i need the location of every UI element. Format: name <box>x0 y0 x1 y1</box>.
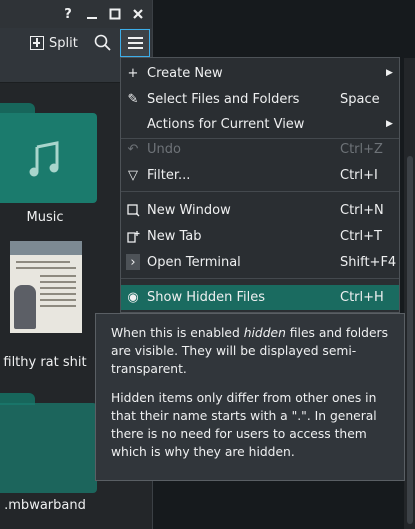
thumb-line <box>16 267 76 269</box>
thumb-line <box>16 261 70 263</box>
split-button[interactable]: Split <box>30 33 78 53</box>
help-icon[interactable]: ? <box>59 5 77 23</box>
menu-item-filter[interactable]: ▽ Filter... Ctrl+I <box>121 163 399 187</box>
close-icon[interactable] <box>129 5 147 23</box>
tooltip-emphasis: hidden <box>243 326 286 340</box>
menu-separator <box>121 278 399 279</box>
hamburger-menu-button[interactable] <box>120 29 150 57</box>
split-icon <box>30 36 44 50</box>
folder-music[interactable] <box>0 103 97 203</box>
thumb-line <box>40 299 76 301</box>
plus-icon: + <box>127 65 139 81</box>
item-label-mbwarband: .mbwarband <box>4 498 86 513</box>
thumb-line <box>40 281 76 283</box>
undo-icon: ↶ <box>127 141 139 157</box>
menu-item-label: New Window <box>147 202 231 218</box>
menu-item-shortcut: Ctrl+I <box>340 167 378 183</box>
menu-item-create-new[interactable]: + Create New ▶ <box>121 61 399 85</box>
menu-item-shortcut: Ctrl+H <box>340 290 384 305</box>
new-window-icon <box>126 202 140 218</box>
menu-item-shortcut: Space <box>340 91 380 107</box>
new-tab-icon <box>126 228 140 244</box>
search-icon[interactable] <box>93 33 113 53</box>
tooltip-paragraph-2: Hidden items only differ from other ones… <box>111 391 377 459</box>
tooltip: When this is enabled hidden files and fo… <box>95 313 405 481</box>
hamburger-line <box>127 47 143 49</box>
menu-item-shortcut: Ctrl+Z <box>340 141 383 157</box>
item-label-image: filthy rat shit <box>3 355 87 370</box>
menu-item-label: Open Terminal <box>147 254 241 270</box>
menu-item-shortcut: Ctrl+T <box>340 228 382 244</box>
minimize-icon[interactable] <box>83 5 101 23</box>
menu-item-actions-current-view[interactable]: Actions for Current View ▶ <box>121 112 399 136</box>
tooltip-text: When this is enabled <box>111 326 244 340</box>
thumb-header <box>10 241 82 255</box>
item-label-music: Music <box>26 210 64 225</box>
context-menu: + Create New ▶ ✎ Select Files and Folder… <box>120 57 400 313</box>
scrollbar[interactable] <box>404 58 415 529</box>
chevron-right-icon: ▶ <box>386 119 393 129</box>
menu-item-label: Actions for Current View <box>147 116 305 132</box>
menu-item-shortcut: Ctrl+N <box>340 202 384 218</box>
eye-icon: ◉ <box>127 290 139 305</box>
menu-item-new-tab[interactable]: New Tab Ctrl+T <box>121 224 399 248</box>
menu-item-show-hidden-files[interactable]: ◉ Show Hidden Files Ctrl+H <box>121 285 399 310</box>
thumb-line <box>40 287 76 289</box>
scrollbar-thumb[interactable] <box>407 156 413 524</box>
menu-item-shortcut: Shift+F4 <box>340 254 397 270</box>
title-bar: ? <box>0 0 152 28</box>
thumb-line <box>40 293 76 295</box>
menu-item-label: Show Hidden Files <box>147 290 265 305</box>
menu-item-label: New Tab <box>147 228 202 244</box>
terminal-icon: › <box>126 254 140 270</box>
thumb-line <box>40 275 76 277</box>
menu-item-new-window[interactable]: New Window Ctrl+N <box>121 198 399 222</box>
menu-item-label: Create New <box>147 65 223 81</box>
thumb-line <box>40 305 76 307</box>
hamburger-line <box>127 42 143 44</box>
split-label: Split <box>49 35 78 51</box>
chevron-right-icon: ▶ <box>386 68 393 78</box>
menu-item-undo[interactable]: ↶ Undo Ctrl+Z <box>121 137 399 161</box>
maximize-icon[interactable] <box>106 5 124 23</box>
folder-body <box>0 113 97 203</box>
filter-icon: ▽ <box>128 167 138 183</box>
image-thumbnail[interactable] <box>10 241 82 333</box>
folder-body <box>0 403 97 493</box>
menu-item-label: Select Files and Folders <box>147 91 300 107</box>
select-pencil-icon: ✎ <box>127 91 139 107</box>
menu-separator <box>121 191 399 192</box>
menu-item-open-terminal[interactable]: › Open Terminal Shift+F4 <box>121 250 399 274</box>
menu-item-label: Undo <box>147 141 181 157</box>
music-note-icon <box>29 141 59 177</box>
thumb-figure <box>14 285 36 329</box>
tooltip-paragraph-1: When this is enabled hidden files and fo… <box>111 324 389 378</box>
menu-item-select-files[interactable]: ✎ Select Files and Folders Space <box>121 87 399 111</box>
folder-mbwarband[interactable] <box>0 393 97 493</box>
hamburger-icon <box>127 37 143 39</box>
menu-item-label: Filter... <box>147 167 191 183</box>
